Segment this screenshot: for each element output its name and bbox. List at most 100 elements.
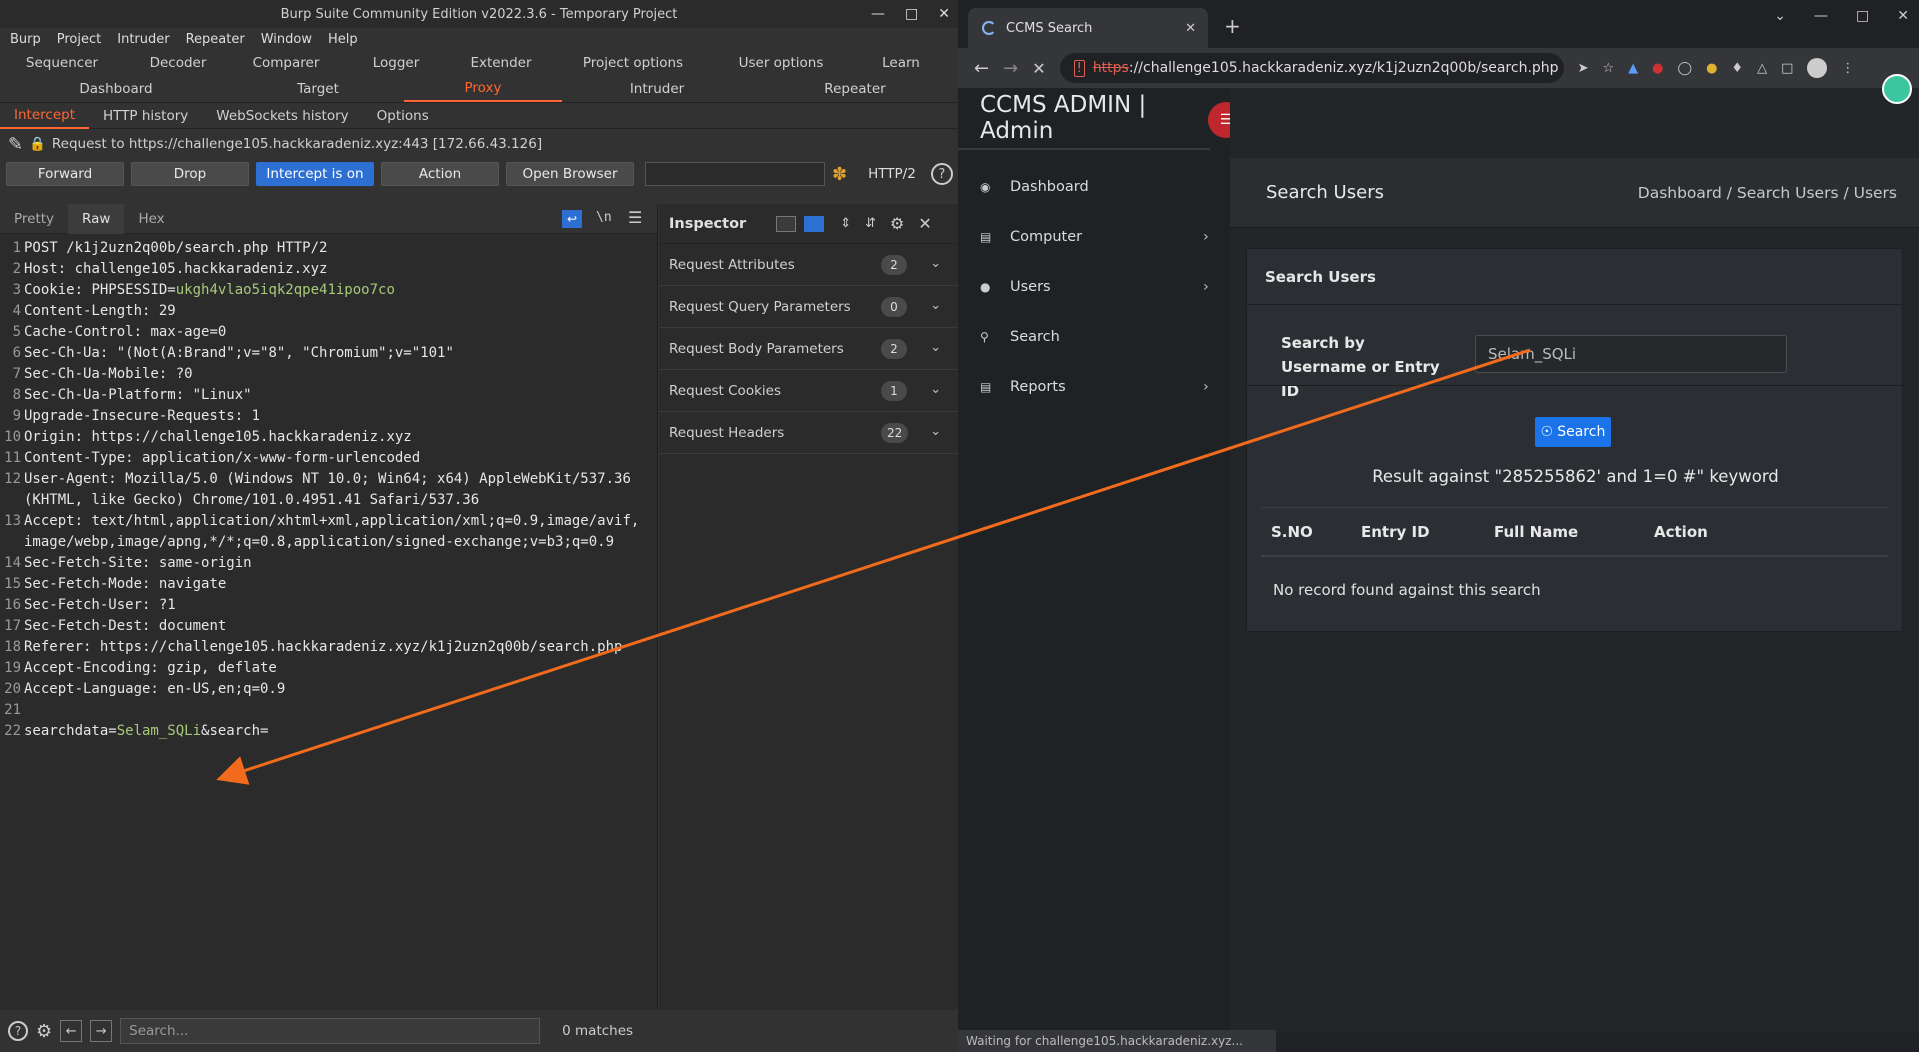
search-username-input[interactable]: Selam_SQLi [1475, 335, 1787, 373]
tab-target[interactable]: Target [232, 76, 404, 102]
tab-proxy[interactable]: Proxy [404, 76, 562, 102]
inspector-section[interactable]: Request Cookies 1 ⌄ [659, 370, 958, 412]
intercept-toggle-button[interactable]: Intercept is on [256, 162, 374, 186]
layout-left-icon[interactable] [776, 215, 797, 232]
sidebar-item-search[interactable]: ⚲ Search [958, 312, 1230, 362]
help-circle-icon[interactable]: ? [8, 1021, 28, 1041]
more-menu-icon[interactable]: ⋮ [1841, 61, 1854, 76]
back-icon[interactable]: ← [974, 58, 989, 79]
wrap-lines-icon[interactable]: ↩ [562, 210, 582, 228]
layout-right-icon[interactable] [804, 215, 825, 232]
bookmark-star-icon[interactable]: ☆ [1603, 61, 1615, 76]
puzzle-extensions-icon[interactable]: ♦ [1731, 61, 1743, 76]
chevron-down-icon[interactable]: ⌄ [930, 255, 941, 271]
sidebar-item-label: Users [1010, 279, 1051, 295]
inspector-section[interactable]: Request Body Parameters 2 ⌄ [659, 328, 958, 370]
action-button[interactable]: Action [381, 162, 499, 186]
settings-icon[interactable]: ⚙ [36, 1021, 52, 1042]
sidebar-item-reports[interactable]: ▤ Reports › [958, 362, 1230, 412]
url-input[interactable]: ! https://challenge105.hackkaradeniz.xyz… [1059, 53, 1564, 83]
sidebar: CCMS ADMIN | Admin ☰ ◉ Dashboard ▤ Computer… [958, 88, 1244, 1032]
ublock-icon[interactable]: ● [1652, 61, 1663, 76]
minimize-icon[interactable]: — [1814, 8, 1828, 24]
maximize-icon[interactable]: □ [1856, 8, 1869, 24]
sidebar-item-dashboard[interactable]: ◉ Dashboard [958, 162, 1230, 212]
subtab-websockets-history[interactable]: WebSockets history [202, 103, 362, 129]
menu-help[interactable]: Help [320, 32, 366, 47]
tab-pretty[interactable]: Pretty [0, 204, 68, 234]
forward-button[interactable]: Forward [6, 162, 124, 186]
line-text: Content-Length: 29 [24, 301, 644, 322]
close-tab-icon[interactable]: ✕ [1185, 21, 1196, 36]
menu-project[interactable]: Project [49, 32, 109, 47]
previous-icon[interactable]: ← [60, 1020, 83, 1042]
menu-icon[interactable]: ☰ [628, 208, 642, 227]
close-inspector-icon[interactable]: ✕ [918, 214, 931, 233]
flask-icon[interactable]: △ [1757, 61, 1767, 76]
browser-tab[interactable]: CCMS Search ✕ [968, 8, 1208, 48]
extension-a-icon[interactable]: ▲ [1628, 61, 1638, 76]
request-raw-text[interactable]: 1 POST /k1j2uzn2q00b/search.php HTTP/2 2 Ho… [0, 234, 657, 742]
send-icon[interactable]: ➤ [1578, 61, 1589, 76]
menu-intruder[interactable]: Intruder [109, 32, 177, 47]
tab-logger[interactable]: Logger [340, 50, 452, 76]
line-text: Referer: https://challenge105.hackkarade… [24, 637, 644, 658]
close-icon[interactable]: ✕ [938, 6, 950, 22]
tab-raw[interactable]: Raw [68, 203, 125, 234]
glasses-icon[interactable]: ◯ [1678, 61, 1693, 76]
profile-avatar-icon[interactable] [1807, 58, 1828, 78]
expand-icon[interactable]: ⇕ [840, 216, 851, 231]
tab-sequencer[interactable]: Sequencer [0, 50, 124, 76]
search-input[interactable]: Search... [120, 1018, 541, 1044]
inspector-section[interactable]: Request Headers 22 ⌄ [659, 412, 958, 454]
search-button[interactable]: ☉ Search [1535, 417, 1611, 447]
tab-decoder[interactable]: Decoder [124, 50, 232, 76]
tab-repeater[interactable]: Repeater [752, 76, 958, 102]
tab-project-options[interactable]: Project options [550, 50, 716, 76]
maximize-icon[interactable]: □ [905, 6, 918, 22]
collapse-icon[interactable]: ⇵ [865, 216, 876, 231]
not-secure-icon[interactable]: ! [1073, 59, 1085, 77]
subtab-http-history[interactable]: HTTP history [89, 103, 202, 129]
chevron-down-icon[interactable]: ⌄ [930, 297, 941, 313]
menu-repeater[interactable]: Repeater [178, 32, 253, 47]
open-browser-button[interactable]: Open Browser [506, 162, 634, 186]
tab-comparer[interactable]: Comparer [232, 50, 340, 76]
highlight-color-icon[interactable]: ✽ [832, 164, 847, 185]
new-tab-icon[interactable]: + [1224, 14, 1241, 38]
tab-learn[interactable]: Learn [846, 50, 956, 76]
inspector-section[interactable]: Request Attributes 2 ⌄ [659, 244, 958, 286]
chevron-down-icon[interactable]: ⌄ [930, 381, 941, 397]
minimize-icon[interactable]: — [871, 6, 885, 22]
sidebar-item-users[interactable]: ● Users › [958, 262, 1230, 312]
help-icon[interactable]: ? [930, 163, 953, 185]
chevron-down-icon[interactable]: ⌄ [930, 423, 941, 439]
forward-icon[interactable]: → [1003, 58, 1018, 79]
settings-gear-icon[interactable]: ⚙ [890, 214, 904, 233]
menu-window[interactable]: Window [253, 32, 320, 47]
tab-intruder[interactable]: Intruder [562, 76, 752, 102]
chevron-down-icon[interactable]: ⌄ [930, 339, 941, 355]
tab-search-icon[interactable]: ⌄ [1774, 8, 1786, 24]
breadcrumb[interactable]: Dashboard / Search Users / Users [1638, 184, 1897, 202]
inspector-section[interactable]: Request Query Parameters 0 ⌄ [659, 286, 958, 328]
sidebar-item-computer[interactable]: ▤ Computer › [958, 212, 1230, 262]
tab-user-options[interactable]: User options [716, 50, 846, 76]
menu-burp[interactable]: Burp [2, 32, 49, 47]
pencil-icon[interactable]: ✎ [8, 134, 23, 155]
tab-dashboard[interactable]: Dashboard [0, 76, 232, 102]
subtab-intercept[interactable]: Intercept [0, 103, 89, 129]
close-icon[interactable]: ✕ [1897, 8, 1909, 24]
stop-icon[interactable]: ✕ [1032, 59, 1045, 78]
cookie-icon[interactable]: ● [1706, 61, 1717, 76]
tab-hex[interactable]: Hex [124, 204, 178, 234]
comment-input[interactable] [645, 162, 825, 186]
subtab-options[interactable]: Options [363, 103, 443, 129]
show-newlines-icon[interactable]: \n [596, 210, 612, 225]
tab-title: CCMS Search [1006, 20, 1093, 36]
side-panel-icon[interactable]: □ [1781, 61, 1793, 76]
tab-extender[interactable]: Extender [452, 50, 550, 76]
next-icon[interactable]: → [90, 1020, 113, 1042]
user-avatar-icon[interactable] [1882, 74, 1912, 104]
drop-button[interactable]: Drop [131, 162, 249, 186]
